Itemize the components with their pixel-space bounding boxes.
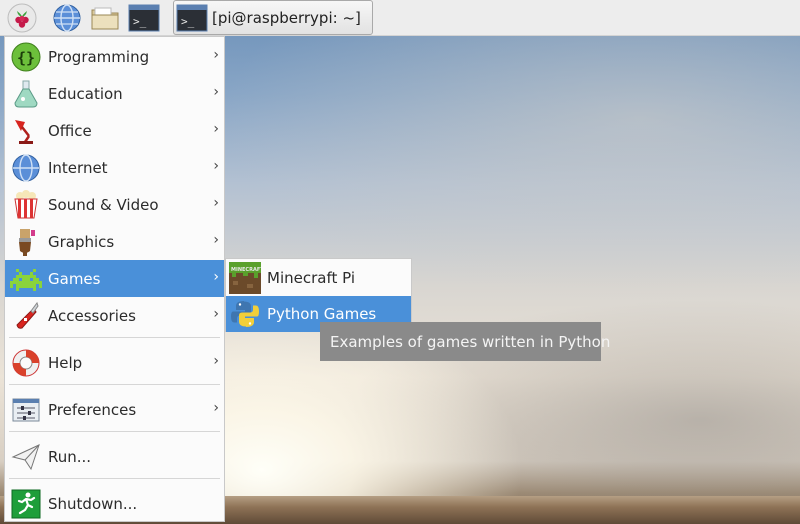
paintbrush-icon — [10, 226, 42, 258]
space-invader-icon — [10, 263, 42, 295]
chevron-right-icon: › — [213, 232, 219, 248]
menu-item-education[interactable]: Education › — [5, 75, 224, 112]
svg-text:>_: >_ — [181, 15, 195, 28]
menu-separator — [9, 431, 220, 432]
menu-item-run[interactable]: Run... — [5, 438, 224, 475]
menu-item-label: Office — [48, 121, 92, 140]
submenu-item-label: Python Games — [267, 305, 377, 323]
chevron-right-icon: › — [213, 47, 219, 63]
chevron-right-icon: › — [213, 158, 219, 174]
exit-running-man-icon — [10, 488, 42, 520]
svg-text:{}: {} — [17, 49, 35, 67]
office-lamp-icon — [10, 115, 42, 147]
popcorn-icon — [10, 189, 42, 221]
menu-item-label: Run... — [48, 447, 92, 466]
menu-separator — [9, 337, 220, 338]
menu-item-label: Education — [48, 84, 123, 103]
sliders-icon — [10, 394, 42, 426]
paper-plane-icon — [10, 441, 42, 473]
svg-text:>_: >_ — [133, 15, 147, 28]
terminal-launcher[interactable]: >_ — [128, 3, 160, 33]
menu-item-label: Accessories — [48, 306, 136, 325]
menu-item-graphics[interactable]: Graphics › — [5, 223, 224, 260]
raspberry-menu-button[interactable] — [6, 3, 38, 33]
terminal-icon: >_ — [176, 4, 208, 31]
python-icon — [229, 298, 261, 330]
menu-item-games[interactable]: Games › — [5, 260, 224, 297]
chevron-right-icon: › — [213, 353, 219, 369]
web-browser-launcher[interactable] — [51, 3, 83, 33]
lifebuoy-icon — [10, 347, 42, 379]
menu-item-label: Programming — [48, 47, 150, 66]
menu-item-shutdown[interactable]: Shutdown... — [5, 485, 224, 522]
menu-item-internet[interactable]: Internet › — [5, 149, 224, 186]
menu-item-label: Preferences — [48, 400, 137, 419]
chevron-right-icon: › — [213, 306, 219, 322]
svg-text:MINECRAFT: MINECRAFT — [231, 267, 261, 273]
chevron-right-icon: › — [213, 121, 219, 137]
menu-item-accessories[interactable]: Accessories › — [5, 297, 224, 334]
flask-icon — [10, 78, 42, 110]
menu-item-help[interactable]: Help › — [5, 344, 224, 381]
menu-item-sound-video[interactable]: Sound & Video › — [5, 186, 224, 223]
file-manager-launcher[interactable] — [89, 3, 121, 33]
raspberry-menu-icon — [7, 3, 37, 33]
minecraft-icon: MINECRAFT — [229, 262, 261, 294]
chevron-right-icon: › — [213, 195, 219, 211]
menu-item-preferences[interactable]: Preferences › — [5, 391, 224, 428]
terminal-task-button[interactable]: >_ [pi@raspberrypi: ~] — [173, 0, 373, 35]
chevron-right-icon: › — [213, 84, 219, 100]
globe-icon — [10, 152, 42, 184]
file-manager-icon — [91, 7, 119, 30]
menu-item-label: Graphics — [48, 232, 115, 251]
submenu-item-minecraft-pi[interactable]: MINECRAFT Minecraft Pi — [226, 260, 411, 296]
chevron-right-icon: › — [213, 269, 219, 285]
games-submenu: MINECRAFT Minecraft Pi Python Games — [225, 258, 412, 332]
menu-item-programming[interactable]: {} Programming › — [5, 38, 224, 75]
menu-item-office[interactable]: Office › — [5, 112, 224, 149]
applications-menu: {} Programming › Education › Office › In… — [4, 36, 225, 522]
task-label: [pi@raspberrypi: ~] — [212, 8, 361, 27]
terminal-icon: >_ — [128, 4, 160, 32]
web-browser-icon — [53, 4, 81, 32]
pocket-knife-icon — [10, 300, 42, 332]
menu-item-label: Shutdown... — [48, 494, 138, 513]
tooltip: Examples of games written in Python — [320, 322, 610, 361]
menu-item-label: Help — [48, 353, 83, 372]
menu-item-label: Games — [48, 269, 101, 288]
chevron-right-icon: › — [213, 400, 219, 416]
taskbar: >_ >_ [pi@raspberrypi: ~] — [0, 0, 800, 36]
menu-separator — [9, 478, 220, 479]
programming-icon: {} — [10, 41, 42, 73]
menu-item-label: Sound & Video — [48, 195, 159, 214]
submenu-item-label: Minecraft Pi — [267, 269, 356, 287]
menu-item-label: Internet — [48, 158, 108, 177]
menu-separator — [9, 384, 220, 385]
